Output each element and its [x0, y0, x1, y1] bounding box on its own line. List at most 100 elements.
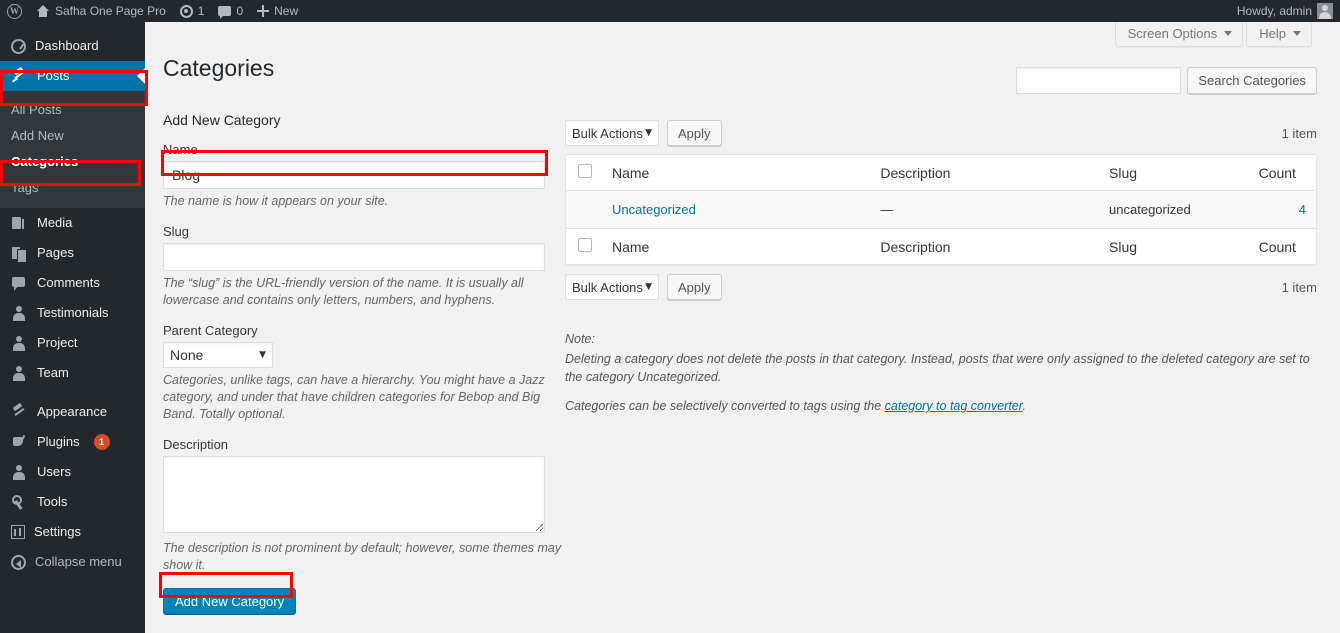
sidebar-item-team[interactable]: Team — [0, 358, 145, 388]
slug-field-group: Slug The “slug” is the URL-friendly vers… — [163, 224, 555, 309]
sidebar-item-tags[interactable]: Tags — [0, 175, 145, 201]
bulk-actions-select-top[interactable]: Bulk Actions ▼ — [565, 120, 659, 146]
column-footer-count[interactable]: Count — [1248, 228, 1317, 265]
search-input[interactable] — [1016, 67, 1182, 94]
sidebar-item-tools[interactable]: Tools — [0, 487, 145, 517]
column-footer-name[interactable]: Name — [602, 228, 871, 265]
screen-meta-links: Screen Options Help — [1114, 22, 1312, 47]
category-name-link[interactable]: Uncategorized — [612, 202, 696, 217]
sidebar-item-appearance[interactable]: Appearance — [0, 397, 145, 427]
row-slug-cell: uncategorized — [1099, 190, 1249, 229]
screen-options-button[interactable]: Screen Options — [1114, 22, 1244, 47]
avatar — [1317, 3, 1333, 19]
parent-category-select[interactable]: None ▼ — [163, 342, 273, 368]
categories-list-panel: Bulk Actions ▼ Apply 1 item Name Descrip… — [565, 118, 1317, 426]
item-count-bottom: 1 item — [1281, 279, 1317, 295]
sidebar-item-label: Pages — [37, 245, 74, 260]
slug-input[interactable] — [163, 243, 545, 271]
appearance-icon — [11, 404, 28, 421]
parent-category-help-text: Categories, unlike tags, can have a hier… — [163, 373, 545, 421]
parent-category-value: None — [170, 347, 204, 363]
main-content: Screen Options Help Categories Search Ca… — [145, 22, 1340, 633]
name-input[interactable] — [163, 161, 545, 189]
collapse-menu-button[interactable]: Collapse menu — [0, 547, 145, 577]
sidebar-item-label: Media — [37, 215, 73, 230]
sidebar-item-all-posts[interactable]: All Posts — [0, 97, 145, 123]
plus-icon — [257, 5, 270, 17]
sidebar-item-label: Appearance — [37, 404, 108, 419]
dashboard-icon — [11, 38, 26, 54]
comments-menu[interactable]: 0 — [211, 0, 250, 22]
form-heading: Add New Category — [163, 112, 281, 128]
bulk-actions-select-bottom[interactable]: Bulk Actions ▼ — [565, 274, 659, 300]
sidebar-item-label: Testimonials — [37, 305, 109, 320]
chevron-down-icon — [1224, 31, 1233, 36]
add-category-form: Add New Category Name The name is how it… — [163, 112, 561, 614]
wordpress-logo-icon — [7, 3, 22, 19]
apply-button-top[interactable]: Apply — [667, 120, 722, 146]
site-name-menu[interactable]: Safha One Page Pro — [29, 0, 173, 22]
name-help-text: The name is how it appears on your site. — [163, 194, 389, 208]
row-checkbox-cell[interactable] — [565, 190, 602, 229]
note-paragraph-2-pre: Categories can be selectively converted … — [565, 399, 885, 413]
column-header-name[interactable]: Name — [602, 154, 871, 191]
sidebar-item-posts[interactable]: Posts — [0, 61, 145, 91]
my-account-menu[interactable]: Howdy, admin — [1230, 0, 1340, 22]
column-header-description[interactable]: Description — [870, 154, 1100, 191]
sidebar-item-comments[interactable]: Comments — [0, 268, 145, 298]
table-row: Uncategorized — uncategorized 4 — [565, 190, 1317, 229]
column-header-slug[interactable]: Slug — [1099, 154, 1249, 191]
add-new-category-submit-button[interactable]: Add New Category — [163, 588, 297, 614]
sidebar-item-add-new-post[interactable]: Add New — [0, 123, 145, 149]
column-label: Name — [612, 238, 650, 255]
tablenav-bottom: Bulk Actions ▼ Apply 1 item — [565, 272, 1317, 302]
chevron-down-icon — [1293, 31, 1301, 36]
categories-note: Note: Deleting a category does not delet… — [565, 330, 1325, 415]
slug-help-text: The “slug” is the URL-friendly version o… — [163, 276, 524, 307]
settings-icon — [11, 525, 25, 539]
column-label: Description — [880, 164, 951, 181]
plugins-update-badge: 1 — [93, 434, 110, 450]
note-paragraph-2: Categories can be selectively converted … — [565, 397, 1325, 415]
sidebar-item-label: Plugins — [37, 434, 80, 449]
sidebar-item-plugins[interactable]: Plugins 1 — [0, 427, 145, 457]
column-footer-description[interactable]: Description — [870, 228, 1100, 265]
apply-button-bottom[interactable]: Apply — [667, 274, 722, 300]
new-content-menu[interactable]: New — [250, 0, 305, 22]
screen-options-label: Screen Options — [1127, 26, 1218, 41]
search-categories-button[interactable]: Search Categories — [1187, 67, 1317, 94]
sidebar-item-testimonials[interactable]: Testimonials — [0, 298, 145, 328]
column-header-count[interactable]: Count — [1248, 154, 1317, 191]
sidebar-item-label: Project — [37, 335, 78, 350]
sidebar-item-categories[interactable]: Categories — [0, 149, 145, 175]
select-all-checkbox-top[interactable] — [578, 164, 592, 178]
row-name-cell: Uncategorized — [602, 190, 871, 229]
select-all-header-top[interactable] — [565, 154, 602, 191]
column-footer-slug[interactable]: Slug — [1099, 228, 1249, 265]
slug-label: Slug — [163, 224, 190, 239]
help-button[interactable]: Help — [1246, 22, 1312, 47]
chevron-down-icon: ▼ — [645, 128, 652, 138]
collapse-menu-label: Collapse menu — [35, 554, 122, 569]
sidebar-item-dashboard[interactable]: Dashboard — [0, 31, 145, 61]
table-footer-row: Name Description Slug Count — [565, 228, 1317, 265]
sidebar-item-settings[interactable]: Settings — [0, 517, 145, 547]
sidebar-item-pages[interactable]: Pages — [0, 238, 145, 268]
sidebar-item-label: Tools — [37, 494, 68, 509]
sidebar-item-media[interactable]: Media — [0, 208, 145, 238]
category-to-tag-converter-link[interactable]: category to tag converter — [885, 399, 1023, 413]
description-textarea[interactable] — [163, 456, 545, 533]
column-label: Slug — [1109, 238, 1138, 255]
updates-menu[interactable]: 1 — [173, 0, 212, 22]
note-paragraph-1: Deleting a category does not delete the … — [565, 352, 1310, 384]
table-foot: Name Description Slug Count — [565, 228, 1317, 265]
collapse-arrow-icon — [11, 554, 26, 570]
select-all-header-bottom[interactable] — [565, 228, 602, 265]
sidebar-item-project[interactable]: Project — [0, 328, 145, 358]
sidebar-item-users[interactable]: Users — [0, 457, 145, 487]
wp-logo-menu[interactable] — [0, 0, 29, 22]
category-count-link[interactable]: 4 — [1299, 202, 1306, 217]
select-all-checkbox-bottom[interactable] — [578, 238, 592, 252]
column-label: Slug — [1109, 164, 1138, 181]
column-label: Description — [880, 238, 951, 255]
